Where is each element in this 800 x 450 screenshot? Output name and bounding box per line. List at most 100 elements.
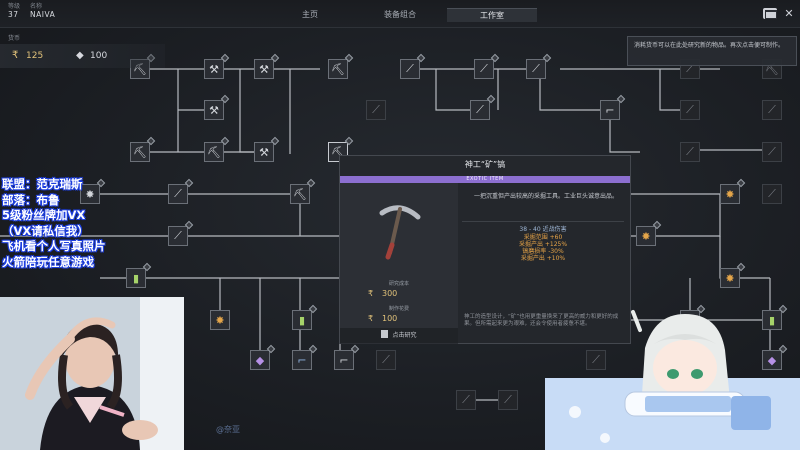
tree-node-blade[interactable]: ⟋ (474, 53, 500, 79)
tree-node-locked[interactable]: ⟋ (456, 390, 476, 410)
tree-node-locked[interactable]: ⟋ (762, 142, 782, 162)
overlay-line: 火箭陪玩任意游戏 (2, 254, 94, 269)
ammo-icon: ▮ (132, 271, 140, 285)
gold-currency-icon: ₹ (368, 289, 374, 298)
level-value: 37 (8, 10, 19, 19)
rifle-icon: ⟋ (476, 103, 484, 116)
rifle-icon: ⟋ (686, 145, 694, 158)
blade-icon: ⟋ (462, 393, 470, 406)
grenade-icon: ✸ (725, 187, 735, 201)
gold-currency-value: 125 (26, 51, 44, 61)
mail-icon[interactable] (763, 8, 777, 19)
research-cost-value: 300 (382, 289, 398, 298)
pickaxe-icon (379, 205, 421, 260)
crystal-currency-value: 100 (90, 51, 108, 61)
rifle-icon: ⟋ (686, 103, 694, 116)
pickaxe-icon: ⛏ (331, 62, 345, 76)
research-cost-label: 研究成本 (388, 281, 409, 287)
tree-node-grenade-4[interactable]: ✸ (720, 262, 746, 288)
currency-row: ₹125 ◆ 100 (0, 44, 165, 68)
tree-node-gun-3[interactable]: ⌐ (334, 344, 360, 370)
item-stats: 38 - 40 近战伤害 采掘范围 +60 采掘产出 +125% 镐磨损率 -3… (462, 221, 624, 266)
pickaxe-icon: ⛏ (133, 145, 147, 159)
tree-node-pickaxe-3[interactable]: ⛏ (130, 136, 156, 162)
tree-node-grenade-2[interactable]: ✸ (720, 178, 746, 204)
stat-line: 采掘产出 +10% (520, 255, 566, 262)
craft-cost-value: 100 (382, 314, 398, 323)
tree-node-locked[interactable]: ⟋ (762, 184, 782, 204)
tree-node-locked[interactable]: ⟋ (376, 350, 396, 370)
tree-node-wrench-2[interactable]: ⚒ (204, 94, 230, 120)
mouse-icon (381, 330, 389, 338)
blade-icon: ⟋ (480, 62, 488, 75)
crystal-icon: ◆ (255, 353, 265, 367)
tab-home[interactable]: 主页 (270, 8, 350, 22)
tree-node-pickaxe-2[interactable]: ⛏ (328, 53, 354, 79)
stat-line: 采掘产出 +125% (518, 241, 568, 248)
overlay-line: 联盟：范克瑞斯 (2, 177, 83, 191)
item-cost-panel: 研究成本 ₹300 制作花费 ₹100 点击研究 (340, 183, 458, 344)
blade-icon: ⟋ (382, 353, 390, 366)
tree-node-rifle-3[interactable]: ⟋ (470, 94, 496, 120)
gun-icon: ⌐ (297, 353, 307, 367)
streamer-photo (0, 297, 184, 450)
rifle-icon: ⟋ (768, 103, 776, 116)
stream-overlay-text: 联盟：范克瑞斯 部落：布鲁 5级粉丝牌加VX （VX请私信我） 飞机看个人写真照… (2, 177, 212, 271)
tree-node-grenade-5[interactable]: ✸ (210, 310, 230, 330)
stat-line: 镐磨损率 -30% (522, 248, 564, 255)
wrench-icon: ⚒ (209, 62, 219, 76)
tab-workshop[interactable]: 工作室 (447, 8, 537, 22)
tree-node-ammo[interactable]: ▮ (126, 262, 152, 288)
vtuber-name: @奈亚 (216, 425, 240, 434)
grenade-icon: ✸ (641, 229, 651, 243)
research-cost: ₹300 (368, 289, 397, 298)
tree-node-pickaxe-5[interactable]: ⛏ (290, 178, 316, 204)
vtuber-illustration (545, 310, 800, 450)
close-icon[interactable]: ✕ (782, 8, 796, 19)
stat-line: 采掘范围 +60 (523, 234, 563, 241)
ammo-icon: ▮ (298, 313, 306, 327)
player-name: 名称 NAIVA (30, 3, 55, 19)
tree-node-gun-2[interactable]: ⌐ (292, 344, 318, 370)
tree-node-locked[interactable]: ⟋ (366, 100, 386, 120)
tree-node-rifle[interactable]: ⟋ (400, 53, 426, 79)
rifle-icon: ⟋ (768, 145, 776, 158)
tree-node-locked[interactable]: ⟋ (498, 390, 518, 410)
item-description: 一把沉重但产出较高的采掘工具。工业巨头诚意出品。 (473, 193, 618, 200)
crystal-currency: ◆ 100 (76, 50, 107, 61)
crystal-currency-icon: ◆ (76, 50, 84, 61)
overlay-line: 部落：布鲁 (2, 192, 60, 207)
blade-icon: ⟋ (372, 103, 380, 116)
grenade-icon: ✸ (215, 313, 225, 327)
tree-node-grenade-3[interactable]: ✸ (636, 220, 662, 246)
stat-line: 38 - 40 近战伤害 (519, 226, 567, 233)
research-button[interactable]: 点击研究 (340, 328, 458, 343)
gun-icon: ⌐ (605, 103, 615, 117)
tree-node-locked[interactable]: ⟋ (680, 142, 700, 162)
tree-node-crystal[interactable]: ◆ (250, 344, 276, 370)
rarity-label: EXOTIC ITEM (340, 176, 630, 183)
tree-node-locked[interactable]: ⟋ (762, 100, 782, 120)
tree-node-rifle-2[interactable]: ⟋ (526, 53, 552, 79)
tree-node-pickaxe-4[interactable]: ⛏ (204, 136, 230, 162)
webcam-feed (0, 297, 184, 450)
tree-node-wrench[interactable]: ⚒ (204, 53, 230, 79)
tree-node-ammo-2[interactable]: ▮ (292, 304, 318, 330)
tree-node-drill[interactable]: ⚒ (254, 53, 280, 79)
drill-icon: ⚒ (259, 62, 269, 76)
grenade-icon: ✸ (725, 271, 735, 285)
currency-header: 货币 (8, 35, 21, 42)
tree-node-gun[interactable]: ⌐ (600, 94, 626, 120)
tab-loadout[interactable]: 装备组合 (360, 8, 440, 22)
craft-cost: ₹100 (368, 314, 397, 323)
tree-node-wrench-3[interactable]: ⚒ (254, 136, 280, 162)
gold-currency-icon: ₹ (12, 50, 19, 61)
research-button-label: 点击研究 (392, 332, 417, 339)
player-level: 等级 37 (8, 3, 20, 19)
tree-node-locked[interactable]: ⟋ (680, 100, 700, 120)
pickaxe-icon: ⛏ (207, 145, 221, 159)
gold-currency: ₹125 (12, 50, 43, 61)
overlay-line: 飞机看个人写真照片 (2, 239, 106, 254)
rifle-icon: ⟋ (768, 187, 776, 200)
top-bar: 等级 37 名称 NAIVA 主页 装备组合 工作室 ✕ (0, 0, 800, 28)
